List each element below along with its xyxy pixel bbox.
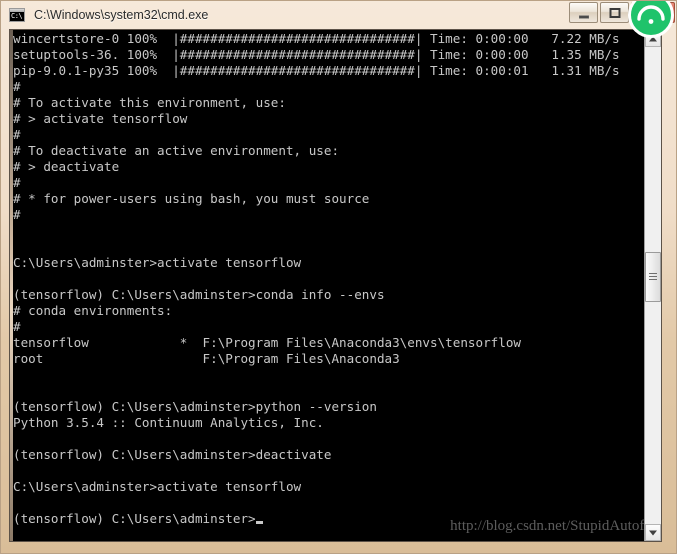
console-line: # > deactivate [13,159,120,174]
maximize-button[interactable] [600,2,629,23]
console-line: # To deactivate an active environment, u… [13,143,340,158]
green-circle-badge [628,1,674,38]
scroll-down-arrow-icon [649,530,657,535]
vertical-scrollbar[interactable] [644,30,661,541]
console-line: wincertstore-0 100% |###################… [13,31,620,46]
console-line: # > activate tensorflow [13,111,188,126]
minimize-button[interactable] [569,2,598,23]
cmd-icon-glyph: C:\ [11,12,23,20]
watermark-text: http://blog.csdn.net/StupidAutofa [450,518,651,534]
console-line: # [13,175,21,190]
maximize-icon [609,7,620,18]
scrollbar-grip-icon [649,273,657,281]
console-line: C:\Users\adminster>activate tensorflow [13,255,302,270]
scrollbar-thumb[interactable] [645,252,661,302]
scroll-down-button[interactable] [645,524,661,541]
console-cursor [255,521,263,524]
title-bar[interactable]: C:\ C:\Windows\system32\cmd.exe ✕ [1,1,676,29]
console-line: # conda environments: [13,303,173,318]
console-line: # [13,319,21,334]
console-line: # [13,207,21,222]
badge-arc-icon [637,5,665,24]
console-line: # * for power-users using bash, you must… [13,191,370,206]
console-line: # To activate this environment, use: [13,95,286,110]
window-title: C:\Windows\system32\cmd.exe [34,8,209,22]
console-line: tensorflow * F:\Program Files\Anaconda3\… [13,335,521,350]
console-line: # [13,79,21,94]
console-line: C:\Users\adminster>activate tensorflow [13,479,302,494]
console-line: # [13,127,21,142]
console-output: wincertstore-0 100% |###################… [13,31,649,527]
console-line: (tensorflow) C:\Users\adminster>python -… [13,399,377,414]
cmd-window: C:\ C:\Windows\system32\cmd.exe ✕ wincer… [0,0,677,554]
console-line: (tensorflow) C:\Users\adminster>deactiva… [13,447,332,462]
console-client-area[interactable]: wincertstore-0 100% |###################… [9,29,662,542]
console-line: root F:\Program Files\Anaconda3 [13,351,400,366]
cmd-icon[interactable]: C:\ [9,8,25,22]
console-line: (tensorflow) C:\Users\adminster>conda in… [13,287,385,302]
console-line: pip-9.0.1-py35 100% |###################… [13,63,620,78]
console-line: setuptools-36. 100% |###################… [13,47,620,62]
minimize-icon [578,15,589,18]
console-line: Python 3.5.4 :: Continuum Analytics, Inc… [13,415,324,430]
